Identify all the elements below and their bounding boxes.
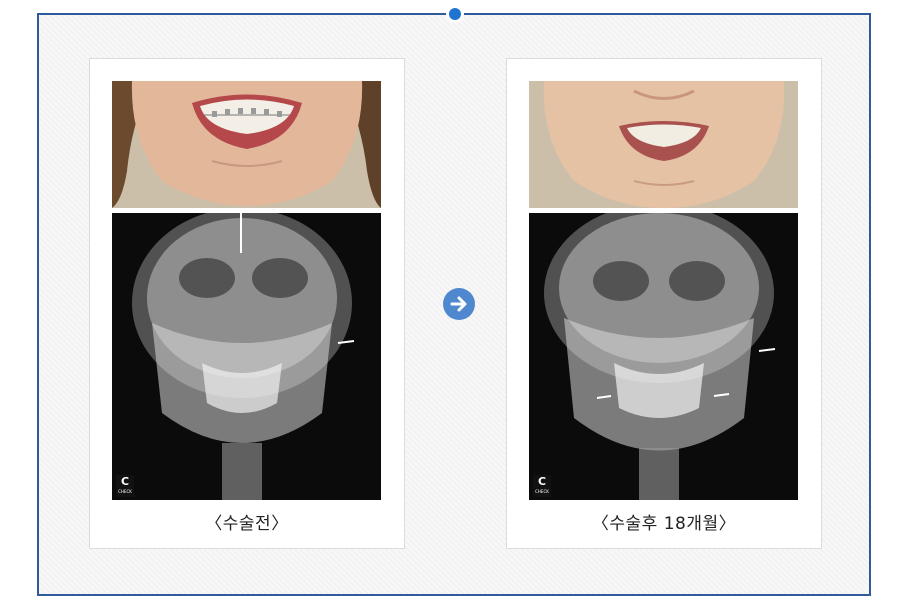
before-smile-photo (112, 81, 381, 208)
after-caption: 〈수술후 18개월〉 (591, 514, 737, 534)
after-xray-image: C CHECK (529, 213, 798, 500)
after-smile-photo (529, 81, 798, 208)
before-panel: C CHECK 〈수술전〉 (89, 58, 405, 549)
after-panel: C CHECK 〈수술후 18개월〉 (506, 58, 822, 549)
before-caption: 〈수술전〉 (205, 514, 289, 534)
arrow-right-circle-icon[interactable] (443, 288, 475, 320)
before-xray-image: C CHECK (112, 213, 381, 500)
top-dot-icon (446, 5, 464, 23)
clinic-watermark-logo: C CHECK (533, 475, 551, 497)
clinic-watermark-logo: C CHECK (116, 475, 134, 497)
